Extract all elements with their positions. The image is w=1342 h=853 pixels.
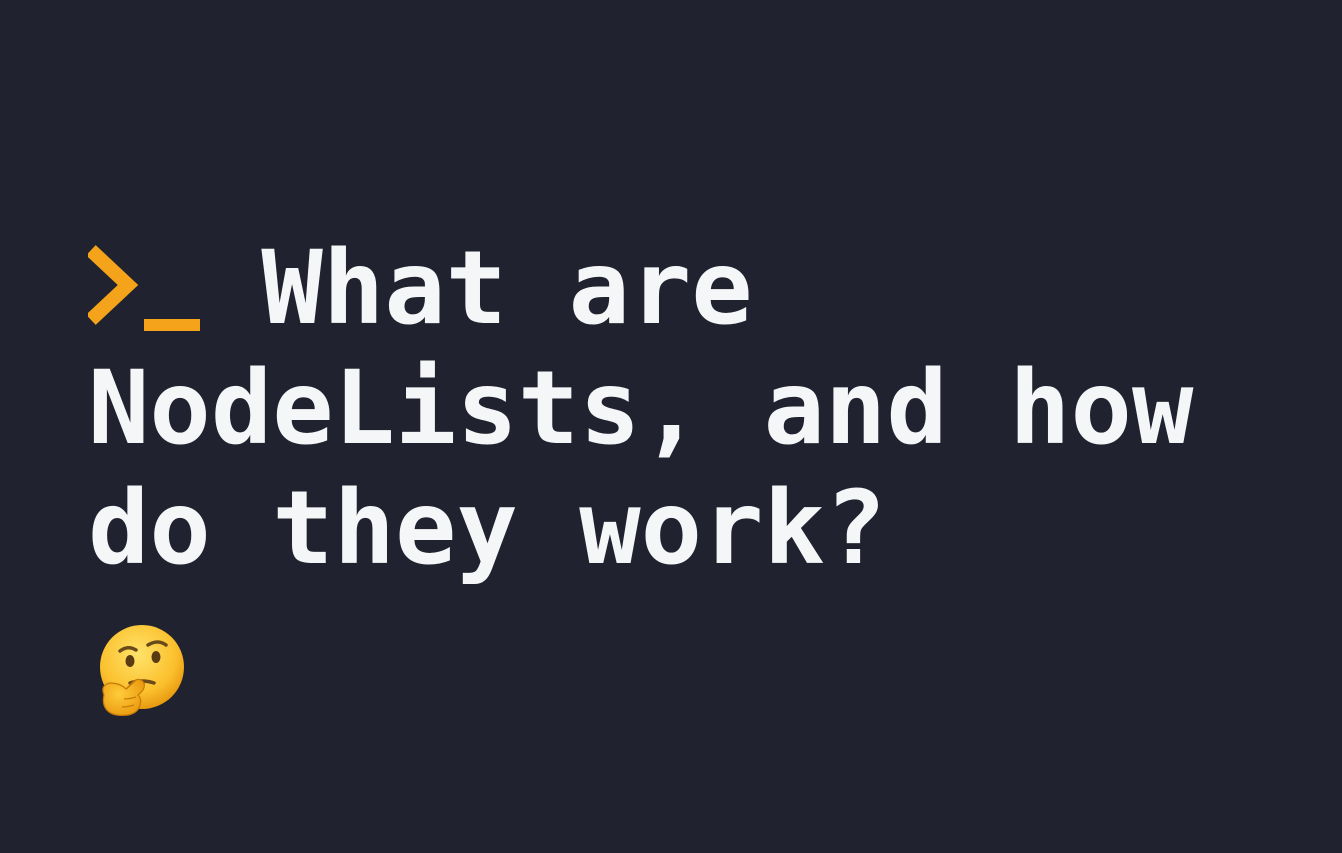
title-line-2: NodeLists, and how bbox=[88, 349, 1194, 468]
terminal-prompt-glyph bbox=[86, 245, 200, 331]
page-title: What are NodeLists, and how do they work… bbox=[86, 229, 1308, 589]
hero-card: What are NodeLists, and how do they work… bbox=[0, 0, 1342, 853]
thinking-face-svg bbox=[100, 625, 184, 716]
title-line-3: do they work? bbox=[88, 469, 887, 588]
terminal-prompt-icon bbox=[86, 229, 200, 348]
thinking-face-icon bbox=[90, 623, 190, 723]
title-text-1: What are bbox=[261, 229, 753, 348]
title-line-1: What are bbox=[86, 229, 1308, 349]
